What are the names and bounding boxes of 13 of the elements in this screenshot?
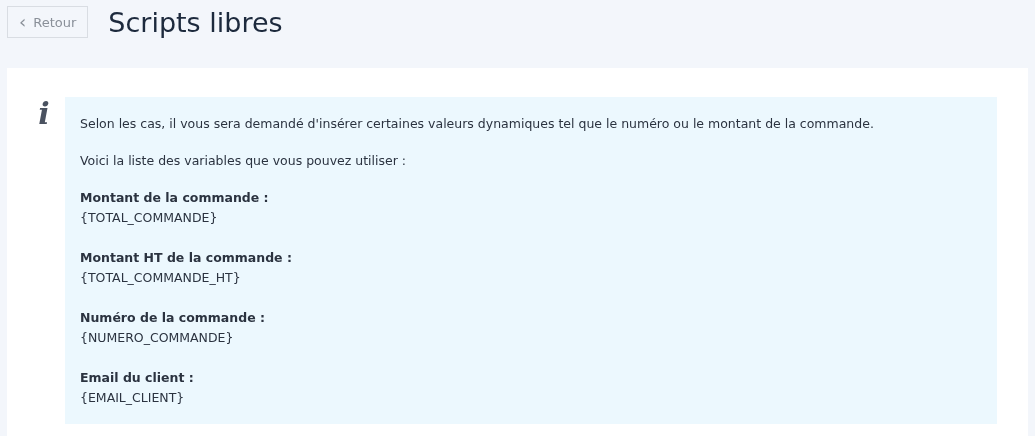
variable-label: Montant HT de la commande : xyxy=(80,249,293,267)
page-title: Scripts libres xyxy=(108,6,283,38)
info-text: Voici la liste des variables que vous pouvez utiliser : xyxy=(80,152,408,170)
variable-code: {TOTAL_COMMANDE} xyxy=(80,209,219,227)
back-button[interactable]: ‹ Retour xyxy=(7,6,89,38)
variable-label: Numéro de la commande : xyxy=(80,309,266,327)
variable-label: Email du client : xyxy=(80,369,195,387)
variable-code: {TOTAL_COMMANDE_HT} xyxy=(80,269,242,287)
info-text: Selon les cas, il vous sera demandé d'insérer certaines valeurs dynamiques tel que le numéro ou le montant de la commande. xyxy=(80,115,875,133)
variable-label: Montant de la commande : xyxy=(80,189,270,207)
variable-code: {EMAIL_CLIENT} xyxy=(80,389,186,407)
info-icon: i xyxy=(31,99,57,129)
variable-code: {NUMERO_COMMANDE} xyxy=(80,329,235,347)
